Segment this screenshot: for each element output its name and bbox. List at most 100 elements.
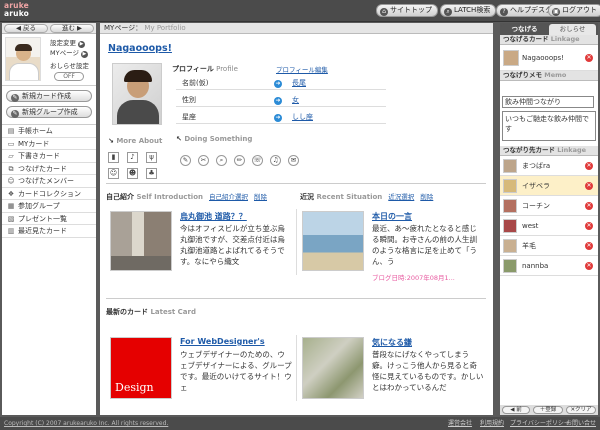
back-button[interactable]: ◀ 戻る [4,24,48,33]
sidebar-menu: ▤ 手帳ホーム ▭ MYカード ▱ 下書きカード ⧉ つなげたカード ☺ つなげたメンバー… [2,124,96,238]
recent-text: 最近、あ～疲れたとなると感じる瞬間。お寺さんの前の人生訓のような格言に足を止めて… [372,224,477,266]
memo-title-input[interactable]: 飲み仲間つながり [502,96,594,108]
mail-icon[interactable]: ✉ [288,155,299,166]
delete-icon[interactable]: ✕ [585,222,593,230]
forward-button[interactable]: 進む ▶ [50,24,94,33]
history-nav: ◀ 戻る 進む ▶ [2,23,96,34]
sidebar-item-draft-card[interactable]: ▱ 下書きカード [2,150,96,163]
delete-icon[interactable]: ✕ [585,54,593,62]
sidebar-item-my-card[interactable]: ▭ MYカード [2,138,96,150]
latch-search-button[interactable]: ⌕ LATCH検索 [440,4,497,17]
recent-title[interactable]: 本日の一言 [372,211,412,222]
privacy-link[interactable]: プライバシーポリシー [510,417,570,430]
terms-link[interactable]: 利用規約 [480,417,504,430]
linked-card-item[interactable]: イザベラ ✕ [500,176,598,196]
pencil-icon[interactable]: ✏ [234,155,245,166]
delete-recent-link[interactable]: 削除 [420,193,433,201]
register-button[interactable]: ＋登録 [533,406,563,414]
linked-card-item[interactable]: nannba ✕ [500,256,598,276]
sidebar-item-recent-cards[interactable]: ▥ 最近見たカード [2,225,96,238]
collection-icon: ❖ [7,189,15,198]
select-self-intro-link[interactable]: 自己紹介選択 [209,193,248,201]
avatar [503,50,519,66]
sidebar-item-notebook-home[interactable]: ▤ 手帳ホーム [2,125,96,138]
magnifier-icon[interactable]: ⌕ [216,155,227,166]
plant-photo[interactable] [302,337,364,399]
scissors-icon[interactable]: ✂ [198,155,209,166]
crowd-icon[interactable]: ♣ [146,168,157,179]
delete-icon[interactable]: ✕ [585,182,593,190]
link-card-heading: つなげるカード Linkage [500,35,598,45]
sidebar-item-card-collection[interactable]: ❖ カードコレクション [2,188,96,200]
sidebar-item-linked-members[interactable]: ☺ つなげたメンバー [2,175,96,188]
sidebar-item-linked-card[interactable]: ⧉ つなげたカード [2,163,96,175]
more-about-heading: ↘ More About [108,137,163,145]
arrow-right-icon: ➜ [274,80,282,88]
self-intro-heading: 自己紹介 Self Introduction 自己紹介選択 削除 [106,193,267,201]
members-icon: ☺ [7,177,15,185]
people-icon[interactable]: ☺ [108,168,119,179]
delete-icon[interactable]: ✕ [585,262,593,270]
memo-textarea[interactable]: いつもご馳走な飲み仲間です [502,111,596,141]
book-icon[interactable]: ▮ [108,152,119,163]
phone-icon[interactable]: ☏ [252,155,263,166]
arrow-down-right-icon: ↘ [108,137,114,145]
breadcrumb: MYページ： My Portfolio [100,23,493,34]
home-icon: ⌂ [380,8,388,16]
new-card-button[interactable]: ✎ 新規カード作成 [6,90,92,102]
doing-something-heading: ↖ Doing Something [176,135,253,143]
search-icon: ⌕ [444,8,452,16]
clear-button[interactable]: ✕クリア [566,406,596,414]
site-logo[interactable]: aruke aruko [4,2,44,20]
arrow-right-icon: ➜ [274,114,282,122]
linked-card-item[interactable]: 羊毛 ✕ [500,236,598,256]
site-top-button[interactable]: ⌂ サイトトップ [376,4,438,17]
pen-icon[interactable]: ✎ [180,155,191,166]
delete-icon[interactable]: ✕ [585,162,593,170]
latest-card1-title[interactable]: For WebDesigner's [180,337,265,346]
tab-link[interactable]: つなげる [501,24,548,35]
page-title[interactable]: Nagaooops! [108,43,172,54]
design-card-image[interactable]: Design [110,337,172,399]
profile-row: 星座 ➜ しし座 [176,112,386,124]
delete-self-intro-link[interactable]: 削除 [254,193,267,201]
pencil-icon: ✎ [11,110,19,118]
avatar [503,159,517,173]
logout-button[interactable]: ▣ ログアウト [548,4,600,17]
sidebar-item-presents[interactable]: ▧ プレゼント一覧 [2,213,96,225]
avatar[interactable] [5,37,41,81]
tab-notice[interactable]: おしらせ [549,24,596,35]
delete-icon[interactable]: ✕ [585,202,593,210]
music-icon[interactable]: ♪ [127,152,138,163]
help-icon: ? [500,8,508,16]
previous-button[interactable]: ◀ 前 [502,406,530,414]
note-icon[interactable]: ♫ [270,155,281,166]
select-recent-link[interactable]: 近況選択 [388,193,414,201]
company-link[interactable]: 運営会社 [448,417,472,430]
self-intro-title[interactable]: 烏丸御池 道路？？ [180,211,247,222]
sidebar-item-joined-groups[interactable]: ▦ 参加グループ [2,200,96,213]
avatar [503,239,517,253]
latest-card2-title[interactable]: 気になる鎌 [372,337,412,348]
contact-link[interactable]: お問い合せ [566,417,596,430]
group-people-icon[interactable]: ☻ [127,168,138,179]
logout-icon: ▣ [552,8,560,16]
self-intro-text: 今はオフィスビルが立ち並ぶ烏丸御池ですが、交差点付近は烏丸御池道路とよばれてるそ… [180,224,285,266]
profile-photo [112,63,162,125]
linked-card-item[interactable]: まつばra ✕ [500,156,598,176]
mypage-link[interactable]: MYページ ▶ [50,49,88,58]
edit-profile-link[interactable]: プロフィール編集 [276,64,328,74]
settings-link[interactable]: 設定変更 ▶ [50,39,85,48]
delete-icon[interactable]: ✕ [585,242,593,250]
linked-card-item[interactable]: コーチン ✕ [500,196,598,216]
notification-toggle[interactable]: OFF [54,72,84,81]
linked-card-item[interactable]: west ✕ [500,216,598,236]
new-group-button[interactable]: ✎ 新規グループ作成 [6,106,92,118]
food-icon[interactable]: ψ [146,152,157,163]
user-profile-box: 設定変更 ▶ MYページ ▶ おしらせ設定 OFF [2,34,96,86]
draft-icon: ▱ [8,152,14,160]
street-photo[interactable] [110,211,172,271]
link-card-icon: ⧉ [8,164,14,173]
seaside-photo[interactable] [302,211,364,271]
link-card-item[interactable]: Nagaooops! ✕ [500,45,598,71]
